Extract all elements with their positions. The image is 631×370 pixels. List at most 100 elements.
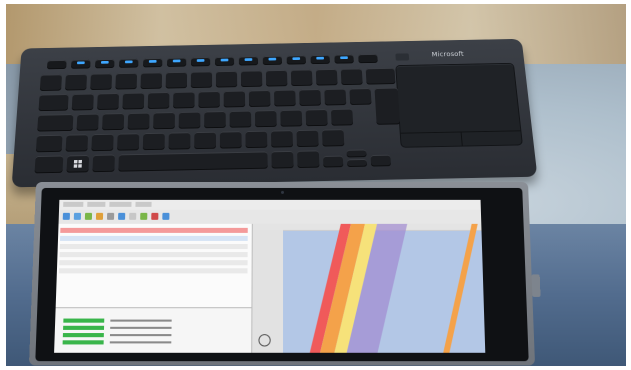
table-row <box>59 252 248 258</box>
key <box>190 71 213 89</box>
key <box>280 109 303 127</box>
alt-key <box>92 154 115 173</box>
key <box>340 68 363 86</box>
toolbar-icon <box>62 212 70 220</box>
key <box>198 91 220 108</box>
key <box>245 130 268 149</box>
key <box>194 131 216 150</box>
key <box>142 132 165 151</box>
key <box>204 111 226 129</box>
key <box>299 89 322 106</box>
function-key-led <box>220 58 229 62</box>
photo: Microsoft <box>6 4 626 366</box>
enter-key <box>374 87 401 125</box>
key <box>324 88 347 106</box>
function-key <box>143 58 163 68</box>
touchpad-buttons <box>400 130 522 147</box>
windows-key <box>66 155 90 173</box>
menu-item <box>87 201 106 207</box>
touchpad-divider <box>460 132 463 146</box>
key <box>71 93 94 111</box>
map-view <box>252 223 486 353</box>
key <box>117 133 140 151</box>
function-key <box>167 57 187 67</box>
key <box>229 110 252 128</box>
keyboard-brand: Microsoft <box>431 50 465 59</box>
key <box>315 68 338 86</box>
menu-item <box>135 201 152 207</box>
function-key <box>310 54 330 65</box>
app-toolbar <box>58 209 482 225</box>
key <box>64 73 88 91</box>
key <box>265 69 288 87</box>
menu-item <box>63 201 84 207</box>
arrow-down-key <box>346 158 368 168</box>
table-row <box>59 243 248 250</box>
key <box>76 113 99 131</box>
usb-port <box>531 274 541 297</box>
function-key <box>190 57 211 67</box>
function-key <box>70 59 91 69</box>
fn-key <box>297 150 320 169</box>
status-bar-green <box>63 325 105 330</box>
toolbar-icon <box>151 212 159 220</box>
function-key-led <box>172 59 181 63</box>
status-bar-green <box>62 340 104 345</box>
key <box>115 72 138 90</box>
windows-icon <box>73 159 83 168</box>
north-arrow-icon <box>258 334 271 347</box>
toolbar-icon <box>129 212 137 220</box>
status-bar-green <box>62 333 104 338</box>
key <box>97 93 120 110</box>
key <box>153 112 175 130</box>
key <box>240 70 263 88</box>
key <box>296 129 319 148</box>
spacebar-key <box>118 151 268 172</box>
function-key <box>334 54 354 64</box>
arrow-up-key <box>346 149 367 158</box>
status-text <box>109 334 172 337</box>
key <box>90 73 113 91</box>
function-key-led <box>148 60 157 63</box>
key <box>122 92 145 110</box>
key <box>91 133 114 152</box>
function-key-led <box>196 59 205 62</box>
key <box>39 74 63 91</box>
tablet-screen <box>54 199 486 353</box>
key <box>168 132 191 150</box>
wireless-keyboard: Microsoft <box>11 38 538 188</box>
status-text <box>109 341 172 344</box>
key <box>127 112 150 130</box>
function-key-led <box>244 58 253 61</box>
touchpad <box>396 63 522 147</box>
key <box>65 134 89 152</box>
key <box>349 88 372 105</box>
key <box>321 129 345 147</box>
altgr-key <box>271 150 294 169</box>
arrow-left-key <box>322 155 344 168</box>
key <box>173 91 195 109</box>
key <box>270 130 294 148</box>
tablet-bezel <box>35 187 529 362</box>
function-key <box>94 59 115 69</box>
toolbar-icon <box>84 212 93 220</box>
function-key <box>214 56 235 66</box>
key <box>290 69 313 87</box>
key <box>219 131 242 149</box>
status-pane <box>54 307 252 353</box>
table-row <box>59 260 248 266</box>
status-bar-green <box>63 318 105 323</box>
key <box>147 92 170 109</box>
function-key-led <box>316 56 325 60</box>
status-text <box>110 319 172 322</box>
key <box>178 111 201 129</box>
camera-icon <box>280 190 285 194</box>
function-key <box>286 55 306 65</box>
function-key-led <box>268 57 277 61</box>
key <box>165 71 188 89</box>
key <box>215 70 238 88</box>
key <box>254 110 277 128</box>
function-key-led <box>76 61 85 65</box>
data-pane <box>54 223 253 353</box>
keyboard-hub <box>395 53 410 61</box>
